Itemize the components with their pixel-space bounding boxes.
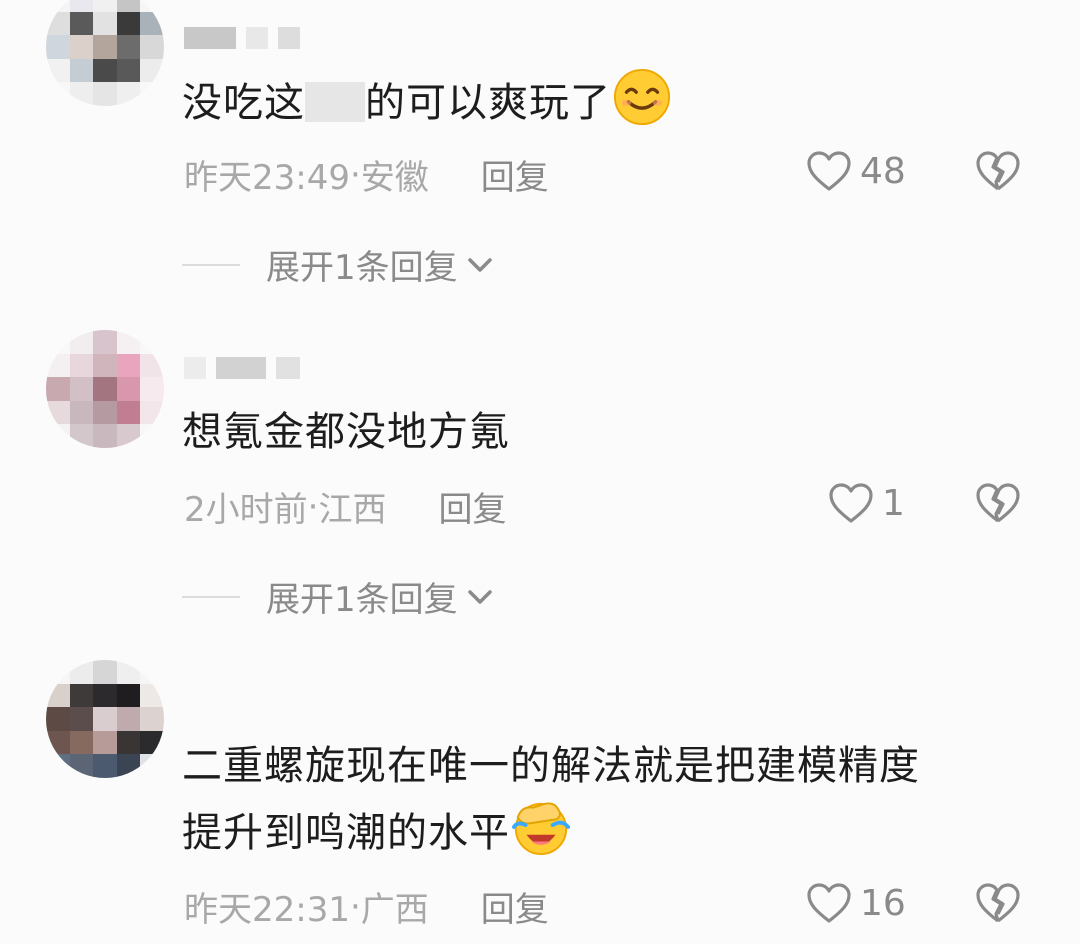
comment-text: 没吃这 的可以爽玩了 <box>182 68 671 135</box>
like-count: 16 <box>860 882 906 924</box>
smiling-face-emoji-icon <box>613 68 671 126</box>
heart-icon <box>829 483 873 523</box>
location: 安徽 <box>360 158 429 198</box>
comment-meta: 昨天22:31 · 广西 回复 <box>184 882 549 931</box>
like-button[interactable]: 16 <box>806 882 906 924</box>
dislike-button[interactable] <box>975 150 1021 196</box>
facepalm-laughing-emoji-icon <box>512 802 570 856</box>
username[interactable] <box>184 26 304 50</box>
chevron-down-icon <box>467 257 492 272</box>
comment-meta: 2小时前 · 江西 回复 <box>184 482 506 531</box>
blurred-word <box>305 82 365 122</box>
divider-line <box>182 263 240 266</box>
avatar[interactable] <box>46 660 164 778</box>
comment-meta: 昨天23:49 · 安徽 回复 <box>184 150 549 199</box>
timestamp: 昨天23:49 <box>184 158 350 198</box>
comment-text: 二重螺旋现在唯一的解法就是把建模精度 提升到鸣潮的水平 <box>182 743 920 856</box>
comment-text: 想氪金都没地方氪 <box>182 409 510 455</box>
timestamp: 2小时前 <box>184 490 308 530</box>
reply-button[interactable]: 回复 <box>481 882 549 931</box>
expand-replies-button[interactable]: 展开1条回复 <box>182 572 494 621</box>
broken-heart-icon <box>976 483 1020 523</box>
divider-line <box>182 595 240 598</box>
broken-heart-icon <box>976 883 1020 923</box>
reply-button[interactable]: 回复 <box>481 150 549 199</box>
like-button[interactable]: 1 <box>828 482 905 524</box>
dislike-button[interactable] <box>975 882 1021 928</box>
heart-icon <box>807 883 851 923</box>
chevron-down-icon <box>467 589 492 604</box>
separator: · <box>349 886 361 927</box>
location: 江西 <box>318 490 387 530</box>
like-count: 1 <box>882 482 905 524</box>
expand-replies-button[interactable]: 展开1条回复 <box>182 240 494 289</box>
dislike-button[interactable] <box>975 482 1021 528</box>
separator: · <box>307 486 319 527</box>
like-button[interactable]: 48 <box>806 150 906 192</box>
broken-heart-icon <box>976 151 1020 191</box>
heart-icon <box>807 151 851 191</box>
reply-button[interactable]: 回复 <box>438 482 506 531</box>
timestamp: 昨天22:31 <box>184 890 350 930</box>
location: 广西 <box>360 890 429 930</box>
username[interactable] <box>184 356 304 380</box>
avatar[interactable] <box>46 330 164 448</box>
like-count: 48 <box>860 150 906 192</box>
separator: · <box>349 154 361 195</box>
avatar[interactable] <box>46 0 164 106</box>
